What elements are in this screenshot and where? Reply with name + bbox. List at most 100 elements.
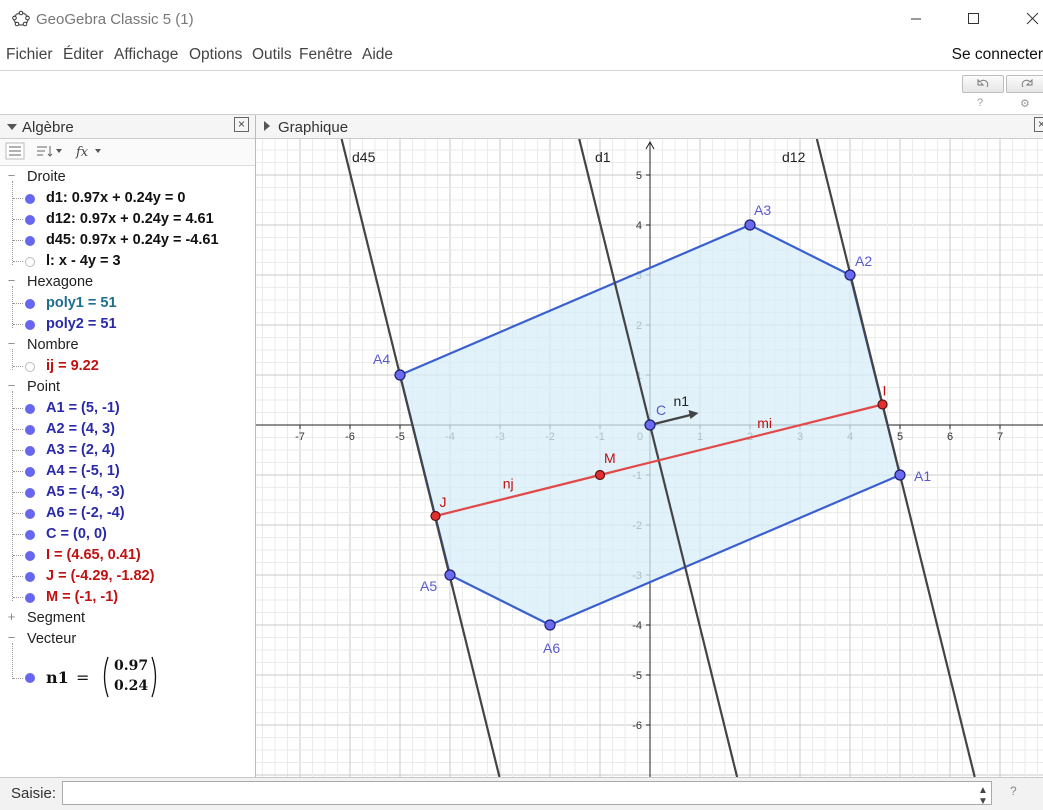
- item-label: A1 = (5, -1): [46, 400, 120, 416]
- visibility-toggle[interactable]: [25, 509, 35, 519]
- visibility-toggle[interactable]: [25, 299, 35, 309]
- point-label: C: [656, 402, 666, 418]
- close-graphics-button[interactable]: ×: [1034, 117, 1043, 132]
- vector-name: n1: [46, 668, 69, 687]
- vertex-label: A4: [373, 351, 390, 367]
- group-droite[interactable]: − Droite: [0, 167, 255, 188]
- collapse-toggle-icon[interactable]: −: [6, 631, 17, 644]
- undo-button[interactable]: [962, 75, 1004, 93]
- maximize-button[interactable]: [950, 4, 996, 34]
- vector-matrix: 0.97 0.24: [100, 655, 160, 699]
- list-item-poly2[interactable]: poly2 = 51: [0, 314, 255, 335]
- visibility-toggle[interactable]: [25, 404, 35, 414]
- list-item-n1[interactable]: n1 = 0.97 0.24: [0, 655, 255, 703]
- x-tick-label: -7: [295, 431, 305, 443]
- visibility-toggle[interactable]: [25, 425, 35, 435]
- point-A1: [894, 469, 906, 481]
- input-bar: Saisie: ▲ ▼ ?: [0, 777, 1043, 810]
- list-item-ij[interactable]: ij = 9.22: [0, 356, 255, 377]
- segment-label: nj: [503, 476, 514, 492]
- visibility-toggle[interactable]: [25, 446, 35, 456]
- visibility-toggle[interactable]: [25, 530, 35, 540]
- graphics-title: Graphique: [278, 119, 349, 136]
- item-label: A2 = (4, 3): [46, 421, 115, 437]
- list-item-i[interactable]: I = (4.65, 0.41): [0, 545, 255, 566]
- algebra-title: Algèbre: [22, 119, 74, 136]
- help-icon[interactable]: ?: [977, 97, 983, 109]
- menu-fichier[interactable]: Fichier: [6, 46, 53, 64]
- group-vecteur[interactable]: − Vecteur: [0, 629, 255, 650]
- input-history-arrows-icon[interactable]: ▲ ▼: [978, 785, 988, 807]
- collapse-toggle-icon[interactable]: −: [6, 274, 17, 287]
- collapse-toggle-icon[interactable]: −: [6, 379, 17, 392]
- expand-toggle-icon[interactable]: +: [6, 610, 17, 623]
- list-item-d1[interactable]: d1: 0.97x + 0.24y = 0: [0, 188, 255, 209]
- visibility-toggle[interactable]: [25, 593, 35, 603]
- visibility-toggle[interactable]: [25, 257, 35, 267]
- list-item-a2[interactable]: A2 = (4, 3): [0, 419, 255, 440]
- title-bar: GeoGebra Classic 5 (1): [0, 0, 1043, 38]
- algebra-header: Algèbre ×: [0, 115, 255, 139]
- visibility-toggle[interactable]: [25, 320, 35, 330]
- list-item-d12[interactable]: d12: 0.97x + 0.24y = 4.61: [0, 209, 255, 230]
- list-item-a6[interactable]: A6 = (-2, -4): [0, 503, 255, 524]
- visibility-toggle[interactable]: [25, 467, 35, 477]
- input-field[interactable]: [62, 781, 992, 805]
- list-item-a3[interactable]: A3 = (2, 4): [0, 440, 255, 461]
- list-item-c[interactable]: C = (0, 0): [0, 524, 255, 545]
- menu-outils[interactable]: Outils: [252, 46, 292, 64]
- y-tick-label: -6: [632, 720, 642, 732]
- expand-triangle-icon[interactable]: [264, 121, 270, 131]
- sort-by-icon[interactable]: [33, 142, 65, 160]
- visibility-toggle[interactable]: [25, 673, 35, 683]
- list-item-poly1[interactable]: poly1 = 51: [0, 293, 255, 314]
- visibility-toggle[interactable]: [25, 488, 35, 498]
- list-item-a5[interactable]: A5 = (-4, -3): [0, 482, 255, 503]
- collapse-toggle-icon[interactable]: −: [6, 169, 17, 182]
- segment-label: mi: [757, 415, 772, 431]
- redo-button[interactable]: [1006, 75, 1043, 93]
- item-label: A3 = (2, 4): [46, 442, 115, 458]
- graphics-canvas[interactable]: -7-6-5-4-3-2-10123456754321-1-2-3-4-5-6 …: [256, 139, 1043, 777]
- menu-affichage[interactable]: Affichage: [114, 46, 178, 64]
- menu-fenetre[interactable]: Fenêtre: [299, 46, 352, 64]
- input-description-fx-icon[interactable]: fx: [74, 142, 106, 160]
- list-item-d45[interactable]: d45: 0.97x + 0.24y = -4.61: [0, 230, 255, 251]
- list-item-l[interactable]: l: x - 4y = 3: [0, 251, 255, 272]
- group-nombre[interactable]: − Nombre: [0, 335, 255, 356]
- settings-gear-icon[interactable]: ⚙: [1020, 97, 1030, 110]
- menu-aide[interactable]: Aide: [362, 46, 393, 64]
- undo-icon: [977, 78, 989, 88]
- list-item-a4[interactable]: A4 = (-5, 1): [0, 461, 255, 482]
- visibility-toggle[interactable]: [25, 362, 35, 372]
- list-item-a1[interactable]: A1 = (5, -1): [0, 398, 255, 419]
- auxiliary-objects-icon[interactable]: [5, 142, 25, 160]
- menu-editer[interactable]: Éditer: [63, 46, 104, 64]
- visibility-toggle[interactable]: [25, 236, 35, 246]
- collapse-triangle-icon[interactable]: [7, 124, 17, 130]
- minimize-button[interactable]: [893, 4, 939, 34]
- list-item-m[interactable]: M = (-1, -1): [0, 587, 255, 608]
- list-item-j[interactable]: J = (-4.29, -1.82): [0, 566, 255, 587]
- sign-in-link[interactable]: Se connecter: [952, 46, 1043, 64]
- group-point[interactable]: − Point: [0, 377, 255, 398]
- close-algebra-button[interactable]: ×: [234, 117, 249, 132]
- collapse-toggle-icon[interactable]: −: [6, 337, 17, 350]
- visibility-toggle[interactable]: [25, 551, 35, 561]
- point-A3: [744, 219, 756, 231]
- group-hexagone[interactable]: − Hexagone: [0, 272, 255, 293]
- visibility-toggle[interactable]: [25, 572, 35, 582]
- toolbar: ? ⚙: [0, 71, 1043, 115]
- input-help-icon[interactable]: ?: [1010, 784, 1017, 798]
- algebra-view: Algèbre × fx − Droite d1: 0.97x + 0.24y …: [0, 115, 256, 777]
- point-M: [594, 469, 606, 481]
- vertex-label: A2: [855, 253, 872, 269]
- visibility-toggle[interactable]: [25, 194, 35, 204]
- graphics-header: Graphique ×: [256, 115, 1043, 139]
- x-tick-label: 5: [897, 431, 903, 443]
- item-label: A5 = (-4, -3): [46, 484, 125, 500]
- visibility-toggle[interactable]: [25, 215, 35, 225]
- close-window-button[interactable]: [1005, 4, 1043, 34]
- menu-options[interactable]: Options: [189, 46, 242, 64]
- group-segment[interactable]: + Segment: [0, 608, 255, 629]
